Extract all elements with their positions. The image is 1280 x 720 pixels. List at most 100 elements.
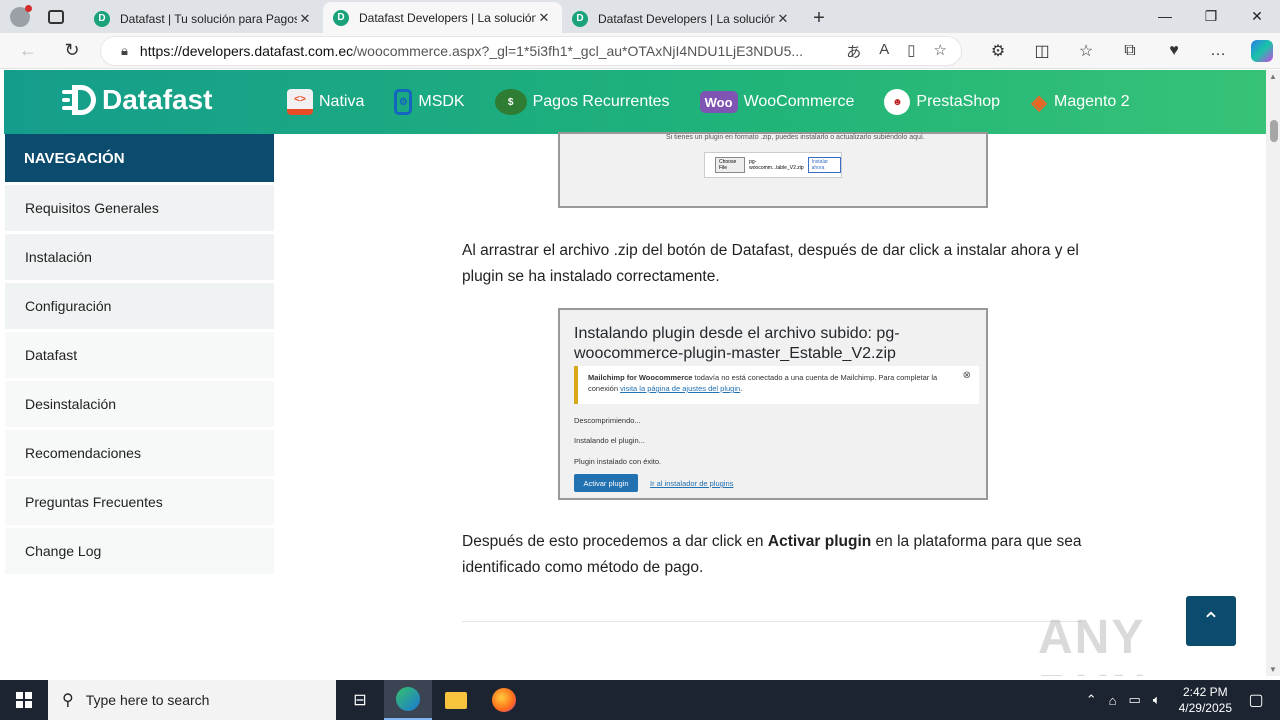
sidebar-item-preguntas[interactable]: Preguntas Frecuentes <box>5 479 274 525</box>
close-window-icon[interactable]: ✕ <box>1234 0 1280 32</box>
sidebar-item-requisitos[interactable]: Requisitos Generales <box>5 185 274 231</box>
status-installing: Instalando el plugin... <box>574 436 645 445</box>
recurring-payments-icon: $ <box>494 89 527 115</box>
nav-magento[interactable]: ◈ Magento 2 <box>1030 89 1130 115</box>
sidebar-item-recomendaciones[interactable]: Recomendaciones <box>5 430 274 476</box>
nav-label: Magento 2 <box>1054 93 1130 110</box>
notice-plugin-name: Mailchimp for Woocommerce <box>588 373 693 382</box>
scrollbar-thumb[interactable] <box>1270 120 1278 142</box>
collections-icon[interactable]: ⧉ <box>1108 42 1152 60</box>
notice-link: visita la página de ajustes del plugin <box>620 384 741 393</box>
system-tray: ⌃ ⌂ ▭ 🔈︎ 2:42 PM 4/29/2025 <box>1086 680 1232 720</box>
upload-instructions: Si tienes un plugin en formato .zip, pue… <box>666 134 925 141</box>
sidebar-navigation: NAVEGACIÓN Requisitos Generales Instalac… <box>5 134 274 574</box>
scroll-up-icon[interactable]: ▲ <box>1269 72 1277 81</box>
edge-logo-icon <box>396 687 420 711</box>
sidebar-item-datafast[interactable]: Datafast <box>5 332 274 378</box>
datafast-logo[interactable]: Datafast <box>62 84 212 116</box>
read-aloud-icon[interactable]: A <box>879 41 889 62</box>
sidebar-item-desinstalacion[interactable]: Desinstalación <box>5 381 274 427</box>
translate-icon[interactable]: あ <box>846 41 861 62</box>
immersive-reader-icon[interactable]: ▯ <box>907 41 915 62</box>
sidebar-item-instalacion[interactable]: Instalación <box>5 234 274 280</box>
lock-icon[interactable]: 🔒︎ <box>121 43 128 59</box>
back-arrow-icon[interactable]: ← <box>10 33 46 69</box>
edge-taskbar-icon[interactable] <box>384 680 432 720</box>
browser-tab-2[interactable]: D Datafast Developers | La solución ✕ <box>323 2 562 33</box>
nav-msdk[interactable]: ⚙ MSDK <box>394 89 465 115</box>
file-explorer-icon[interactable] <box>432 680 480 720</box>
tab-actions-icon[interactable] <box>48 9 64 24</box>
favorites-icon[interactable]: ☆ <box>1064 41 1108 61</box>
sidebar-item-configuracion[interactable]: Configuración <box>5 283 274 329</box>
tab-title: Datafast | Tu solución para Pagos <box>120 11 297 26</box>
close-tab-icon[interactable]: ✕ <box>297 11 313 27</box>
install-progress-screenshot: Instalando plugin desde el archivo subid… <box>558 308 988 500</box>
notifications-icon[interactable]: ▢ <box>1232 680 1280 720</box>
nav-pagos-recurrentes[interactable]: $ Pagos Recurrentes <box>494 89 670 115</box>
paragraph-install: Al arrastrar el archivo .zip del botón d… <box>462 242 1079 285</box>
folder-icon <box>445 691 467 709</box>
volume-icon[interactable]: 🔈︎ <box>1153 692 1161 708</box>
extensions-icon[interactable]: ⚙ <box>976 41 1020 61</box>
file-name: pg-woocomm...table_V2.zip <box>749 159 804 171</box>
nav-prestashop[interactable]: ☻ PrestaShop <box>884 89 1000 115</box>
network-icon[interactable]: ▭ <box>1129 692 1141 708</box>
minimize-icon[interactable]: — <box>1142 0 1188 32</box>
install-title: Instalando plugin desde el archivo subid… <box>574 325 900 362</box>
more-options-icon[interactable]: … <box>1196 42 1240 60</box>
nav-label: Nativa <box>319 93 365 110</box>
refresh-icon[interactable]: ↻ <box>54 33 90 69</box>
close-tab-icon[interactable]: ✕ <box>536 10 552 26</box>
url-host: https://developers.datafast.com.ec <box>139 43 354 59</box>
clock[interactable]: 2:42 PM 4/29/2025 <box>1179 684 1232 716</box>
tab-title: Datafast Developers | La solución <box>359 10 536 25</box>
magento-icon: ◈ <box>1031 91 1047 114</box>
copilot-icon[interactable] <box>1251 40 1273 62</box>
sidebar-item-changelog[interactable]: Change Log <box>5 528 274 574</box>
para2-bold: Activar plugin <box>767 533 872 550</box>
choose-file-button: Choose File <box>715 157 746 173</box>
firefox-taskbar-icon[interactable] <box>480 680 528 720</box>
close-tab-icon[interactable]: ✕ <box>775 11 791 27</box>
site-header: Datafast <> Nativa ⚙ MSDK $ Pagos Recurrent… <box>4 70 1266 134</box>
clock-time: 2:42 PM <box>1182 685 1228 699</box>
upload-plugin-screenshot: Si tienes un plugin en formato .zip, pue… <box>558 132 988 208</box>
datafast-favicon-icon: D <box>333 9 349 26</box>
new-tab-icon[interactable]: + <box>801 4 837 33</box>
profile-avatar-icon[interactable] <box>10 4 32 27</box>
nav-woocommerce[interactable]: Woo WooCommerce <box>699 91 855 113</box>
top-navigation: <> Nativa ⚙ MSDK $ Pagos Recurrentes Woo Woo… <box>287 70 1160 134</box>
browser-tab-1[interactable]: D Datafast | Tu solución para Pagos ✕ <box>84 4 323 33</box>
tab-strip-left <box>0 0 84 33</box>
sidebar-heading: NAVEGACIÓN <box>5 134 274 182</box>
browser-tab-3[interactable]: D Datafast Developers | La solución ✕ <box>562 4 801 33</box>
usb-device-icon[interactable]: ⌂ <box>1109 693 1117 708</box>
nav-nativa[interactable]: <> Nativa <box>287 89 364 115</box>
scroll-down-icon[interactable]: ▼ <box>1269 665 1277 674</box>
mobile-sdk-icon: ⚙ <box>394 89 413 115</box>
nav-label: WooCommerce <box>743 93 855 110</box>
clock-date: 4/29/2025 <box>1178 701 1232 715</box>
chevron-up-icon[interactable]: ⌃ <box>1086 692 1097 708</box>
woocommerce-icon: Woo <box>699 91 738 113</box>
search-placeholder: Type here to search <box>85 692 210 708</box>
firefox-logo-icon <box>492 688 516 712</box>
taskbar-search[interactable]: ⚲ Type here to search <box>48 680 336 720</box>
tab-title: Datafast Developers | La solución <box>598 11 775 26</box>
html-icon: <> <box>287 89 313 115</box>
task-view-icon[interactable]: ⊟ <box>336 680 384 720</box>
windows-logo-icon <box>16 692 32 708</box>
page-scrollbar[interactable]: ▲ ▼ <box>1266 70 1280 676</box>
plugin-installer-link: Ir al instalador de plugins <box>650 479 734 488</box>
split-screen-icon[interactable]: ◫ <box>1020 41 1064 61</box>
mailchimp-notice: Mailchimp for Woocommerce todavía no est… <box>574 366 979 404</box>
upload-box: Choose File pg-woocomm...table_V2.zip In… <box>704 152 842 178</box>
nav-label: Pagos Recurrentes <box>532 93 670 110</box>
start-button[interactable] <box>0 680 48 720</box>
back-to-top-button[interactable]: ⌃ <box>1186 596 1236 646</box>
restore-icon[interactable]: ❐ <box>1188 0 1234 32</box>
favorite-star-icon[interactable]: ☆ <box>934 41 947 62</box>
performance-icon[interactable]: ♥ <box>1152 42 1196 60</box>
address-bar[interactable]: 🔒︎ https://developers.datafast.com.ec/wo… <box>100 36 962 66</box>
